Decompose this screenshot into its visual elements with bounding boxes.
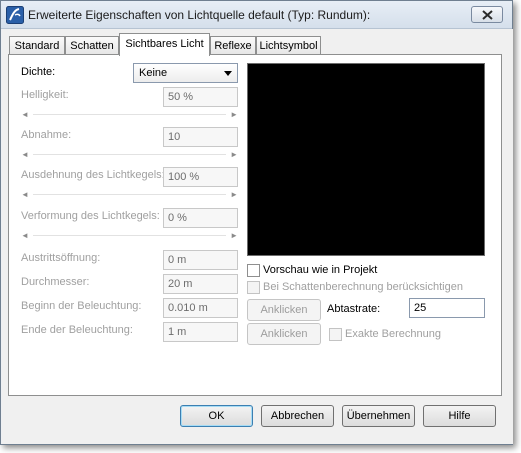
tab-standard[interactable]: Standard (9, 36, 65, 55)
vorschau-checkbox[interactable] (247, 264, 260, 277)
ende-label: Ende der Beleuchtung: (21, 324, 133, 336)
exakt-label: Exakte Berechnung (345, 328, 442, 340)
beginn-label: Beginn der Beleuchtung: (21, 300, 142, 312)
help-button[interactable]: Hilfe (423, 405, 496, 427)
tab-sichtbares-licht[interactable]: Sichtbares Licht (119, 33, 210, 56)
exakt-checkbox[interactable] (329, 328, 342, 341)
archicad-icon (6, 6, 24, 24)
cancel-button[interactable]: Abbrechen (261, 405, 334, 427)
schatten-checkbox[interactable] (247, 281, 260, 294)
ok-button[interactable]: OK (180, 405, 253, 427)
verformung-slider[interactable]: ◄ ► (21, 230, 238, 241)
slider-right-arrow-icon[interactable]: ► (230, 149, 238, 160)
close-button[interactable] (471, 6, 503, 23)
verformung-label: Verformung des Lichtkegels: (21, 210, 160, 222)
window-title: Erweiterte Eigenschaften von Lichtquelle… (28, 8, 371, 22)
slider-left-arrow-icon[interactable]: ◄ (21, 230, 29, 241)
austritt-field[interactable]: 0 m (163, 250, 238, 270)
chevron-down-icon (224, 71, 232, 76)
vorschau-label: Vorschau wie in Projekt (263, 264, 378, 276)
slider-left-arrow-icon[interactable]: ◄ (21, 149, 29, 160)
tab-lichtsymbol[interactable]: Lichtsymbol (256, 36, 321, 55)
durchmesser-field[interactable]: 20 m (163, 274, 238, 294)
dichte-value: Keine (139, 67, 168, 79)
slider-left-arrow-icon[interactable]: ◄ (21, 109, 29, 120)
apply-button[interactable]: Übernehmen (342, 405, 415, 427)
slider-track (33, 114, 226, 115)
abnahme-label: Abnahme: (21, 129, 72, 141)
slider-track (33, 154, 226, 155)
tab-schatten[interactable]: Schatten (65, 36, 119, 55)
helligkeit-label: Helligkeit: (21, 89, 69, 101)
slider-right-arrow-icon[interactable]: ► (230, 109, 238, 120)
austritt-label: Austrittsöffnung: (21, 252, 101, 264)
slider-right-arrow-icon[interactable]: ► (230, 189, 238, 200)
abtastrate-label: Abtastrate: (327, 303, 381, 315)
abnahme-slider[interactable]: ◄ ► (21, 149, 238, 160)
verformung-field[interactable]: 0 % (163, 208, 238, 228)
ende-field[interactable]: 1 m (163, 322, 238, 342)
dichte-dropdown[interactable]: Keine (133, 63, 238, 83)
helligkeit-slider[interactable]: ◄ ► (21, 109, 238, 120)
slider-left-arrow-icon[interactable]: ◄ (21, 189, 29, 200)
preview-canvas (247, 63, 485, 256)
close-icon (482, 10, 493, 20)
slider-right-arrow-icon[interactable]: ► (230, 230, 238, 241)
ausdehnung-field[interactable]: 100 % (163, 167, 238, 187)
ausdehnung-label: Ausdehnung des Lichtkegels: (21, 169, 165, 181)
abtastrate-field[interactable]: 25 (409, 298, 485, 318)
anklicken-button-1[interactable]: Anklicken (247, 299, 321, 321)
slider-track (33, 194, 226, 195)
anklicken-button-2[interactable]: Anklicken (247, 323, 321, 345)
durchmesser-label: Durchmesser: (21, 276, 90, 288)
tab-reflexe[interactable]: Reflexe (210, 36, 256, 55)
abnahme-field[interactable]: 10 (163, 127, 238, 147)
helligkeit-field[interactable]: 50 % (163, 87, 238, 107)
ausdehnung-slider[interactable]: ◄ ► (21, 189, 238, 200)
beginn-field[interactable]: 0.010 m (163, 298, 238, 318)
schatten-label: Bei Schattenberechnung berücksichtigen (263, 281, 463, 293)
dichte-label: Dichte: (21, 66, 56, 78)
title-bar[interactable]: Erweiterte Eigenschaften von Lichtquelle… (1, 1, 512, 29)
slider-track (33, 235, 226, 236)
